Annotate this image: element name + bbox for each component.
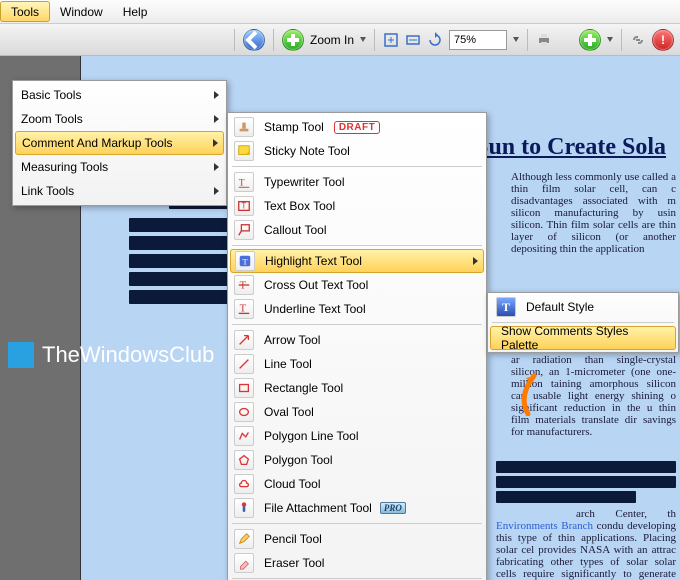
show-comments-styles-palette-item[interactable]: Show Comments Styles Palette xyxy=(490,326,676,350)
env-branch-link[interactable]: Environments Branch xyxy=(496,520,593,532)
link-icon[interactable] xyxy=(630,32,646,48)
comment-markup-submenu: Stamp ToolDRAFTSticky Note Tool TTypewrit… xyxy=(227,112,487,580)
zoom-pct-arrow[interactable] xyxy=(513,37,519,42)
rotate-icon[interactable] xyxy=(427,32,443,48)
line-icon xyxy=(234,354,254,374)
stamp-icon xyxy=(234,117,254,137)
oval-icon xyxy=(234,402,254,422)
fit-page-icon[interactable] xyxy=(383,32,399,48)
line-tool-item[interactable]: Line Tool xyxy=(230,352,484,376)
oval-tool-item[interactable]: Oval Tool xyxy=(230,400,484,424)
highlight-text-tool-item[interactable]: THighlight Text Tool xyxy=(230,249,484,273)
polygon-line-tool-item[interactable]: Polygon Line Tool xyxy=(230,424,484,448)
text-box-tool-item[interactable]: TText Box Tool xyxy=(230,194,484,218)
arrow-tool-item[interactable]: Arrow Tool xyxy=(230,328,484,352)
zoom-pct-input[interactable]: 75% xyxy=(449,30,507,50)
rect-icon xyxy=(234,378,254,398)
cloud-tool-item[interactable]: Cloud Tool xyxy=(230,472,484,496)
menu-help[interactable]: Help xyxy=(113,0,158,23)
watermark: TheWindowsClub xyxy=(8,342,214,368)
attach-icon xyxy=(234,498,254,518)
sticky-note-tool-item[interactable]: Sticky Note Tool xyxy=(230,139,484,163)
menubar: Tools Window Help xyxy=(0,0,680,24)
polygon-tool-item[interactable]: Polygon Tool xyxy=(230,448,484,472)
callout-icon xyxy=(234,220,254,240)
zoom-menu-arrow[interactable] xyxy=(360,37,366,42)
basic-tools-item[interactable]: Basic Tools xyxy=(15,83,224,107)
menu-tools[interactable]: Tools xyxy=(0,1,50,22)
link-tools-item[interactable]: Link Tools xyxy=(15,179,224,203)
content-area: A solar cell is a semi Sun to Create Sol… xyxy=(0,56,680,580)
rectangle-tool-item[interactable]: Rectangle Tool xyxy=(230,376,484,400)
add-button[interactable] xyxy=(579,29,601,51)
fit-width-icon[interactable] xyxy=(405,32,421,48)
typewriter-icon: T xyxy=(234,172,254,192)
stamp-tool-item[interactable]: Stamp ToolDRAFT xyxy=(230,115,484,139)
highlight-icon: T xyxy=(235,251,255,271)
pro-badge: PRO xyxy=(380,502,406,514)
alert-button[interactable]: ! xyxy=(652,29,674,51)
cross-icon: T xyxy=(234,275,254,295)
callout-tool-item[interactable]: Callout Tool xyxy=(230,218,484,242)
typewriter-tool-item[interactable]: TTypewriter Tool xyxy=(230,170,484,194)
comment-markup-tools-item[interactable]: Comment And Markup Tools xyxy=(15,131,224,155)
underline-text-tool-item[interactable]: TUnderline Text Tool xyxy=(230,297,484,321)
svg-text:T: T xyxy=(242,257,248,267)
underline-icon: T xyxy=(234,299,254,319)
default-style-item[interactable]: T Default Style xyxy=(490,295,676,319)
nav-prev-button[interactable] xyxy=(243,29,265,51)
text-style-icon: T xyxy=(496,297,516,317)
svg-text:T: T xyxy=(241,202,246,211)
menu-window[interactable]: Window xyxy=(50,0,113,23)
textbox-icon: T xyxy=(234,196,254,216)
eraser-icon xyxy=(234,553,254,573)
cloud-icon xyxy=(234,474,254,494)
pencil-icon xyxy=(234,529,254,549)
highlight-style-submenu: T Default Style Show Comments Styles Pal… xyxy=(487,292,679,353)
measuring-tools-item[interactable]: Measuring Tools xyxy=(15,155,224,179)
eraser-tool-item[interactable]: Eraser Tool xyxy=(230,551,484,575)
para1: Although less commonly use called a thin… xyxy=(511,171,676,255)
arrow-icon xyxy=(234,330,254,350)
zoom-tools-item[interactable]: Zoom Tools xyxy=(15,107,224,131)
cross-out-text-tool-item[interactable]: TCross Out Text Tool xyxy=(230,273,484,297)
tools-menu: Basic Tools Zoom Tools Comment And Marku… xyxy=(12,80,227,206)
polyline-icon xyxy=(234,426,254,446)
sticky-icon xyxy=(234,141,254,161)
print-icon[interactable] xyxy=(536,32,552,48)
article-title: Sun to Create Sola xyxy=(475,134,666,161)
para3: arch Center, th Environments Branch cond… xyxy=(496,508,676,580)
watermark-logo xyxy=(8,342,34,368)
add-menu-arrow[interactable] xyxy=(607,37,613,42)
toolbar: Zoom In 75% ! xyxy=(0,24,680,56)
polygon-icon xyxy=(234,450,254,470)
zoom-label: Zoom In xyxy=(310,33,354,47)
svg-text:T: T xyxy=(240,281,247,292)
file-attachment-tool-item[interactable]: File Attachment ToolPRO xyxy=(230,496,484,520)
draft-badge: DRAFT xyxy=(334,121,380,134)
annotation-arrow xyxy=(508,366,548,416)
pencil-tool-item[interactable]: Pencil Tool xyxy=(230,527,484,551)
zoom-in-button[interactable] xyxy=(282,29,304,51)
